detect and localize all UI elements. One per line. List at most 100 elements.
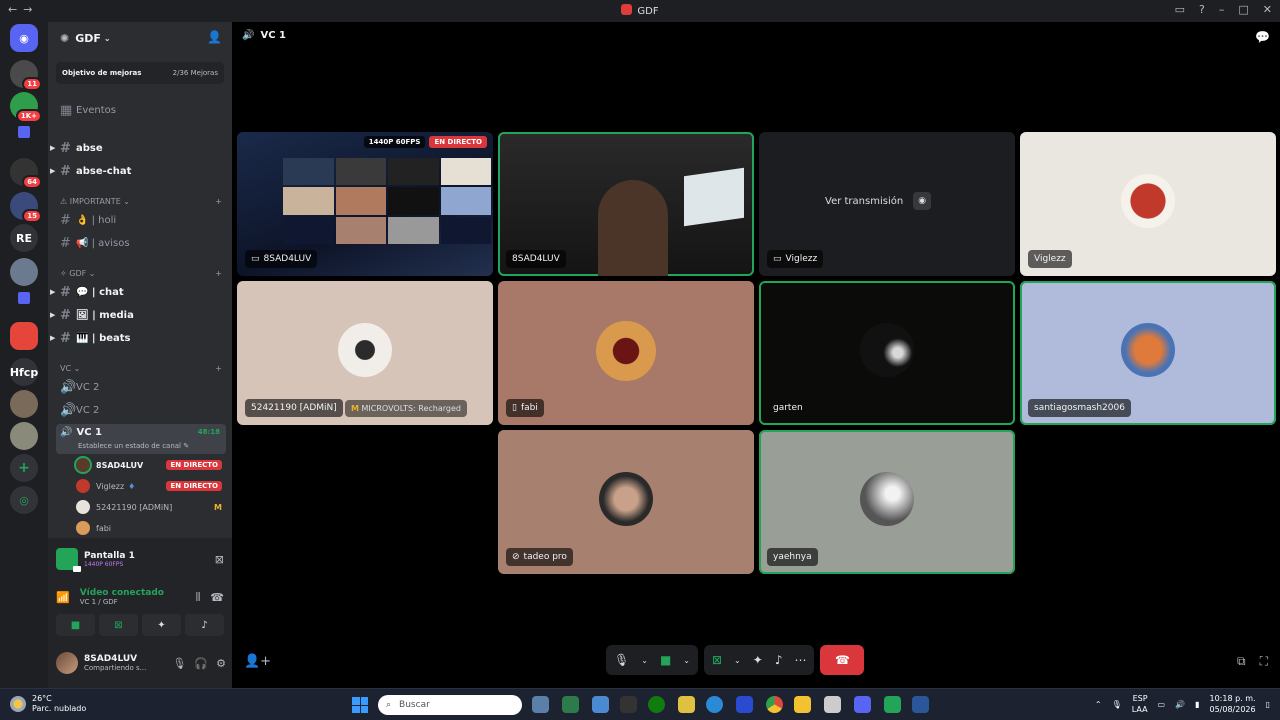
video-tile-avatar[interactable]: ⊘ tadeo pro [498, 430, 754, 574]
chat-icon[interactable]: 💬 [1255, 30, 1270, 44]
screenshare-button[interactable]: ⊠ [99, 614, 138, 636]
channel-chat[interactable]: ▶ # 💬 | chat [50, 282, 226, 302]
close-button[interactable]: ✕ [1263, 3, 1272, 16]
category-gdf[interactable]: ✧ GDF ⌄ + [56, 269, 226, 278]
mic-icon[interactable]: 🎙 [172, 657, 186, 670]
camera-icon[interactable]: ■ [660, 653, 671, 667]
eye-icon[interactable]: ◉ [913, 192, 932, 210]
chrome-icon[interactable] [766, 696, 783, 713]
tray-chevron-icon[interactable]: ⌃ [1095, 700, 1102, 709]
chevron-down-icon[interactable]: ⌄ [641, 656, 648, 665]
minimize-button[interactable]: – [1219, 3, 1225, 16]
server-re[interactable]: RE [10, 224, 38, 252]
add-channel-icon[interactable]: + [215, 197, 222, 206]
activities-button[interactable]: ✦ [142, 614, 181, 636]
taskbar-app-icon[interactable] [620, 696, 637, 713]
mic-icon[interactable]: 🎙 [614, 653, 629, 667]
pencil-icon[interactable]: ✎ [183, 442, 189, 450]
taskbar-app-icon[interactable] [824, 696, 841, 713]
video-tile-avatar[interactable]: yaehnya [759, 430, 1015, 574]
server-icon[interactable]: 11 [10, 60, 42, 91]
maximize-button[interactable]: □ [1238, 3, 1248, 16]
video-tile-stream-preview[interactable]: Ver transmisión ◉ ▭ Viglezz [759, 132, 1015, 276]
taskbar-app-icon[interactable] [678, 696, 695, 713]
category-vc[interactable]: VC ⌄ + [56, 364, 226, 373]
guild-header[interactable]: ✺ GDF ⌄ [48, 22, 232, 54]
mic-control[interactable]: 🎙 ⌄ ■ ⌄ [606, 645, 698, 675]
invite-icon[interactable]: 👤 [207, 30, 222, 44]
network-icon[interactable]: ▭ [1158, 700, 1166, 709]
signal-icon[interactable]: 📶 [56, 591, 70, 604]
headphones-icon[interactable]: 🎧 [194, 657, 208, 670]
screenshare-icon[interactable]: ⊠ [712, 653, 722, 667]
events-item[interactable]: ▦ Eventos [56, 100, 226, 120]
voice-status-sub[interactable]: VC 1 / GDF [80, 598, 164, 606]
server-hfcp[interactable]: Hfcp [10, 358, 38, 386]
noise-icon[interactable]: ⫼ [196, 592, 201, 603]
taskbar-app-icon[interactable] [592, 696, 609, 713]
server-icon[interactable]: 1K+ [10, 92, 42, 123]
clock[interactable]: 10:18 p. m. 05/08/2026 [1209, 693, 1255, 715]
popout-icon[interactable]: ⧉ [1237, 654, 1246, 669]
channel-avisos[interactable]: # 📢 | avisos [56, 233, 226, 253]
hangup-button[interactable]: ☎ [820, 645, 865, 675]
notification-icon[interactable]: ▯ [1266, 700, 1270, 709]
share-controls[interactable]: ⊠ ⌄ ✦ ♪ ⋯ [703, 645, 815, 675]
mic-tray-icon[interactable]: 🎙 [1112, 700, 1122, 709]
explore-icon[interactable]: ◎ [10, 486, 38, 514]
server-icon[interactable] [10, 390, 38, 418]
taskbar-search[interactable]: ⌕ Buscar [378, 695, 522, 715]
volume-icon[interactable]: 🔊 [1175, 700, 1185, 709]
home-button[interactable]: ◉ [10, 24, 38, 52]
edge-icon[interactable] [706, 696, 723, 713]
soundboard-icon[interactable]: ♪ [775, 653, 783, 667]
watch-stream-button[interactable]: Ver transmisión [825, 196, 903, 207]
soundboard-button[interactable]: ♪ [185, 614, 224, 636]
xbox-icon[interactable] [648, 696, 665, 713]
channel-abse-chat[interactable]: ▶ # abse-chat [50, 161, 226, 181]
server-icon[interactable] [10, 422, 38, 450]
voice-user[interactable]: 52421190 [ADMiN] M [76, 498, 222, 516]
voice-channel-vc2[interactable]: 🔊 VC 2 [56, 377, 226, 397]
taskbar-app-icon[interactable] [884, 696, 901, 713]
word-icon[interactable] [912, 696, 929, 713]
channel-beats[interactable]: ▶ # 🎹 | beats [50, 328, 226, 348]
voice-user[interactable]: Viglezz ♦ EN DIRECTO [76, 477, 222, 495]
weather-widget[interactable]: 26°C Parc. nublado [10, 694, 86, 714]
video-tile-avatar[interactable]: santiagosmash2006 [1020, 281, 1276, 425]
inbox-icon[interactable]: ▭ [1175, 3, 1185, 16]
channel-status[interactable]: Establece un estado de canal [78, 442, 181, 450]
user-info[interactable]: 8SAD4LUV Compartiendo s... 🎙 🎧 ⚙ [56, 648, 226, 678]
voice-channel-vc1[interactable]: 🔊 VC 1 48:18 Establece un estado de canal… [56, 424, 226, 454]
video-tile-stream[interactable]: 1440P 60FPS EN DIRECTO ▭ 8SAD4LUV [237, 132, 493, 276]
server-gdf[interactable] [10, 322, 38, 350]
channel-holi[interactable]: # 👌 | holi [56, 210, 226, 230]
start-button[interactable] [352, 697, 368, 713]
server-icon[interactable]: 64 [10, 158, 42, 189]
add-server-icon[interactable]: + [10, 454, 38, 482]
taskbar-app-icon[interactable] [736, 696, 753, 713]
battery-icon[interactable]: ▮ [1195, 700, 1199, 709]
add-channel-icon[interactable]: + [215, 364, 222, 373]
video-tile-avatar[interactable]: Viglezz [1020, 132, 1276, 276]
video-tile-avatar[interactable]: ▯ fabi [498, 281, 754, 425]
settings-icon[interactable]: ⚙ [216, 657, 226, 670]
folder-icon[interactable] [18, 292, 30, 304]
chevron-down-icon[interactable]: ⌄ [734, 656, 741, 665]
chevron-down-icon[interactable]: ⌄ [683, 656, 690, 665]
video-tile-camera[interactable]: 8SAD4LUV [498, 132, 754, 276]
server-icon[interactable] [10, 258, 38, 286]
activities-icon[interactable]: ✦ [753, 653, 763, 667]
voice-user[interactable]: fabi [76, 519, 222, 537]
channel-abse[interactable]: ▶ # abse [50, 138, 226, 158]
boost-goal[interactable]: Objetivo de mejoras 2/36 Mejoras [56, 62, 224, 84]
language-indicator[interactable]: ESP LAA [1132, 693, 1148, 715]
camera-button[interactable]: ■ [56, 614, 95, 636]
voice-user[interactable]: 8SAD4LUV EN DIRECTO [74, 456, 222, 474]
more-icon[interactable]: ⋯ [794, 653, 806, 667]
taskbar-app-icon[interactable] [532, 696, 549, 713]
discord-taskbar-icon[interactable] [854, 696, 871, 713]
fullscreen-icon[interactable]: ⛶ [1260, 654, 1268, 669]
folder-icon[interactable] [18, 126, 30, 138]
video-tile-avatar[interactable]: garten [759, 281, 1015, 425]
